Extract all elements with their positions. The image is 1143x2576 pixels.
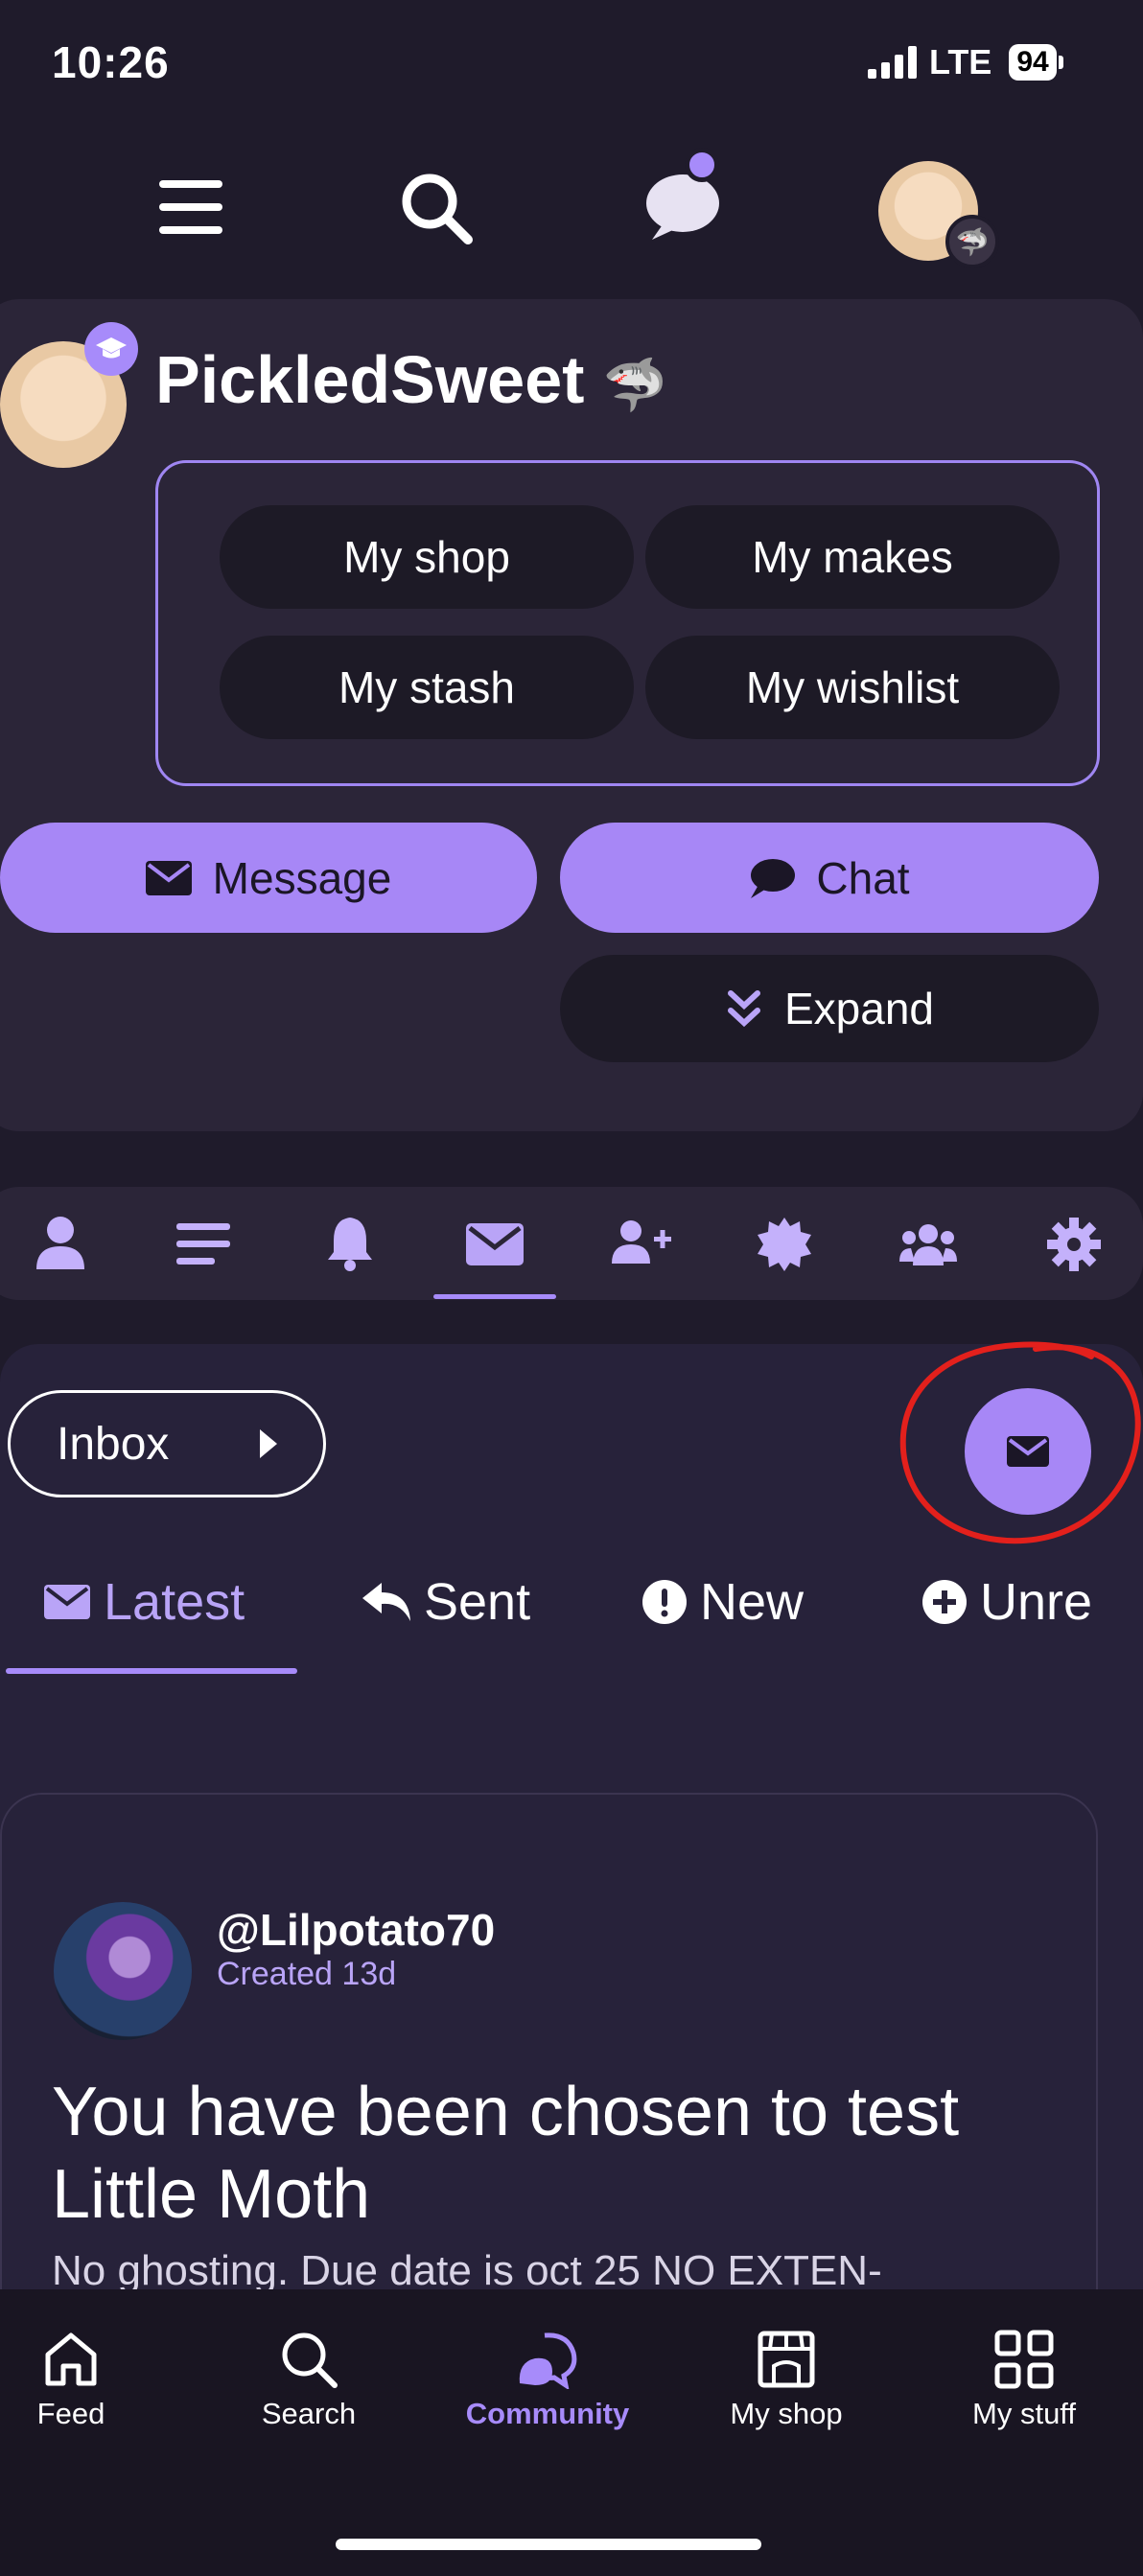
status-time: 10:26 <box>52 37 170 87</box>
red-circle-annotation <box>899 1341 1141 1544</box>
signal-icon <box>868 46 917 79</box>
profile-tab-strip <box>0 1187 1143 1300</box>
chat-bubble-button[interactable] <box>644 148 731 242</box>
my-shop-link[interactable]: My shop <box>220 505 634 609</box>
nav-community[interactable]: Community <box>452 2330 643 2431</box>
profile-name: PickledSweet 🦈 <box>155 342 668 417</box>
nav-my-shop[interactable]: My shop <box>690 2330 882 2431</box>
caret-right-icon <box>260 1429 277 1458</box>
expand-button[interactable]: Expand <box>560 955 1099 1062</box>
filter-unread-label: Unre <box>980 1573 1093 1631</box>
exclamation-circle-icon <box>642 1580 687 1624</box>
home-indicator <box>336 2539 761 2550</box>
shark-emoji-icon: 🦈 <box>602 357 668 414</box>
my-stash-link[interactable]: My stash <box>220 636 634 739</box>
message-preview: No ghosting. Due date is oct 25 NO EXTEN… <box>52 2247 882 2294</box>
tab-settings-gear-icon[interactable] <box>1047 1218 1101 1271</box>
battery-level: 94 <box>1009 44 1057 81</box>
tab-badge-icon[interactable] <box>758 1218 811 1271</box>
graduation-cap-icon <box>84 322 138 376</box>
active-tab-indicator <box>433 1294 556 1299</box>
message-button[interactable]: Message <box>0 823 537 933</box>
plus-circle-icon <box>922 1580 967 1624</box>
filter-latest-label: Latest <box>104 1573 245 1631</box>
filter-new-label: New <box>700 1573 805 1631</box>
tab-group-icon[interactable] <box>899 1223 957 1265</box>
chat-label: Chat <box>816 852 910 903</box>
storefront-icon <box>758 2331 815 2388</box>
menu-icon[interactable] <box>159 178 222 236</box>
filter-new[interactable]: New <box>642 1572 804 1632</box>
nav-my-stuff[interactable]: My stuff <box>928 2330 1120 2431</box>
tab-envelope-icon[interactable] <box>466 1223 524 1265</box>
filter-sent[interactable]: Sent <box>362 1572 530 1632</box>
my-wishlist-link[interactable]: My wishlist <box>645 636 1060 739</box>
envelope-icon <box>44 1585 90 1619</box>
nav-feed-label: Feed <box>36 2397 105 2430</box>
battery-icon <box>1058 56 1063 69</box>
home-icon <box>45 2332 97 2386</box>
comment-icon <box>751 858 796 898</box>
tab-list-icon[interactable] <box>176 1223 230 1265</box>
envelope-icon <box>145 860 192 895</box>
shark-badge-icon: 🦈 <box>945 215 999 268</box>
inbox-label: Inbox <box>57 1418 170 1470</box>
message-label: Message <box>212 852 392 903</box>
tab-add-friend-icon[interactable] <box>612 1219 671 1265</box>
expand-label: Expand <box>783 984 934 1033</box>
account-avatar-button[interactable]: 🦈 <box>878 161 999 268</box>
reply-icon <box>362 1583 410 1621</box>
tab-bell-icon[interactable] <box>326 1216 374 1271</box>
nav-my-shop-label: My shop <box>730 2397 843 2430</box>
filter-sent-label: Sent <box>424 1573 531 1631</box>
sender-username[interactable]: @Lilpotato70 <box>217 1904 495 1956</box>
tab-profile-person-icon[interactable] <box>36 1216 84 1269</box>
nav-search[interactable]: Search <box>213 2330 405 2431</box>
nav-community-label: Community <box>465 2397 630 2430</box>
my-makes-link[interactable]: My makes <box>645 505 1060 609</box>
search-icon[interactable] <box>399 171 474 245</box>
double-chevron-down-icon <box>727 990 760 1028</box>
sender-avatar[interactable] <box>54 1902 192 2040</box>
inbox-folder-dropdown[interactable]: Inbox <box>8 1390 326 1497</box>
notification-dot <box>685 148 719 182</box>
profile-links-box: My shop My makes My stash My wishlist <box>155 460 1100 786</box>
nav-my-stuff-label: My stuff <box>972 2397 1076 2430</box>
message-title[interactable]: You have been chosen to test Little Moth <box>52 2071 1068 2236</box>
status-indicators: LTE 94 <box>868 42 1063 82</box>
search-icon <box>282 2332 338 2388</box>
message-created-time: Created 13d <box>217 1956 397 1992</box>
filter-unread[interactable]: Unre <box>922 1572 1143 1632</box>
grid-icon <box>994 2330 1054 2389</box>
nav-search-label: Search <box>261 2397 357 2430</box>
active-filter-indicator <box>6 1668 297 1674</box>
filter-latest[interactable]: Latest <box>44 1572 245 1632</box>
community-chat-icon <box>519 2332 577 2389</box>
chat-bubble-icon <box>646 174 719 240</box>
network-type: LTE <box>929 42 992 81</box>
chat-button[interactable]: Chat <box>560 823 1099 933</box>
nav-feed[interactable]: Feed <box>0 2330 167 2431</box>
